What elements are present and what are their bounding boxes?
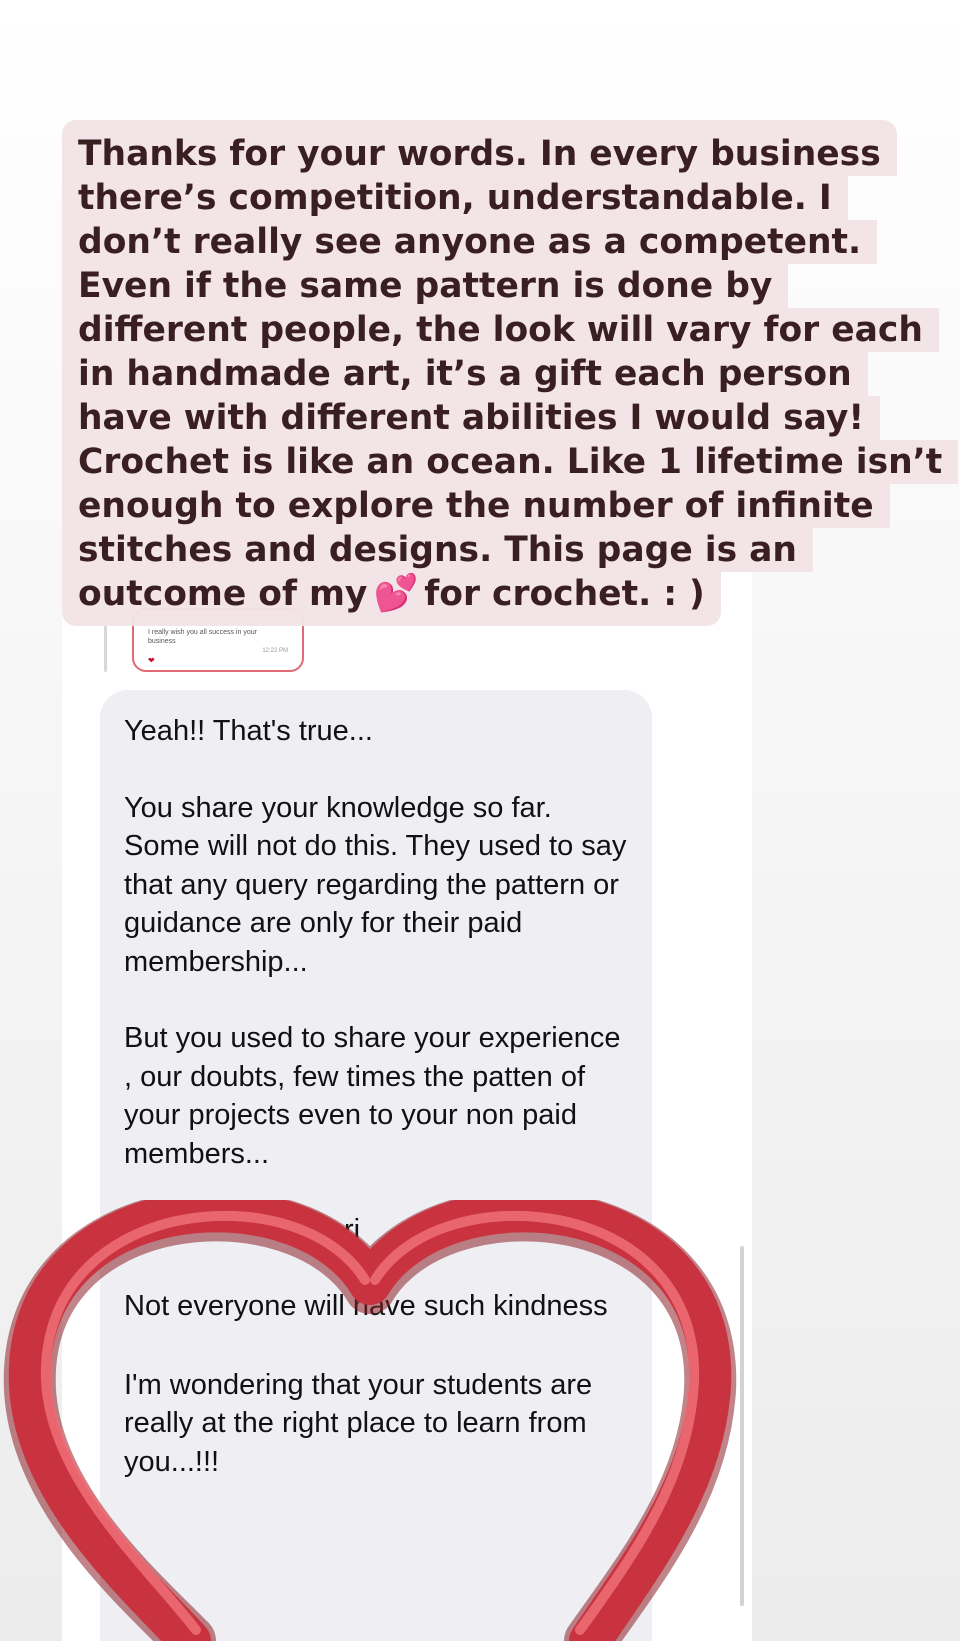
story-caption: Thanks for your words. In every business… [62,120,959,626]
reaction-heart-icon[interactable]: ❤️ [120,1584,152,1615]
message-paragraph-obscured: ri [344,1214,361,1246]
caption-line: have with different abilities I would sa… [62,396,881,440]
reply-preview-heart-icon: ❤ [148,656,155,665]
message-paragraph-3: But you used to share your experience , … [124,1022,621,1170]
message-paragraph-1: Yeah!! That's true... [124,715,373,747]
caption-line: there’s competition, understandable. I [62,176,848,220]
reply-preview-time: 12:22 PM [262,648,288,654]
caption-line: Thanks for your words. In every business [62,120,897,176]
caption-line: stitches and designs. This page is an [62,528,813,572]
message-bubble[interactable]: Yeah!! That's true... You share your kno… [100,690,652,1641]
message-paragraph-2: You share your knowledge so far. Some wi… [124,791,627,978]
caption-last-line: outcome of my 💕 for crochet. : ) [62,572,721,626]
caption-line: different people, the look will vary for… [62,308,939,352]
reply-preview-text: I really wish you all success in your bu… [148,629,257,645]
caption-line: Even if the same pattern is done by [62,264,789,308]
two-hearts-icon: 💕 [373,573,419,614]
scrollbar[interactable] [740,1246,744,1606]
caption-line: in handmade art, it’s a gift each person [62,352,868,396]
caption-line: don’t really see anyone as a competent. [62,220,878,264]
message-paragraph-5: I'm wondering that your students are rea… [124,1368,593,1478]
caption-line: Crochet is like an ocean. Like 1 lifetim… [62,440,959,484]
message-paragraph-4: Not everyone will have such kindness [124,1290,608,1322]
caption-line: enough to explore the number of infinite [62,484,890,528]
